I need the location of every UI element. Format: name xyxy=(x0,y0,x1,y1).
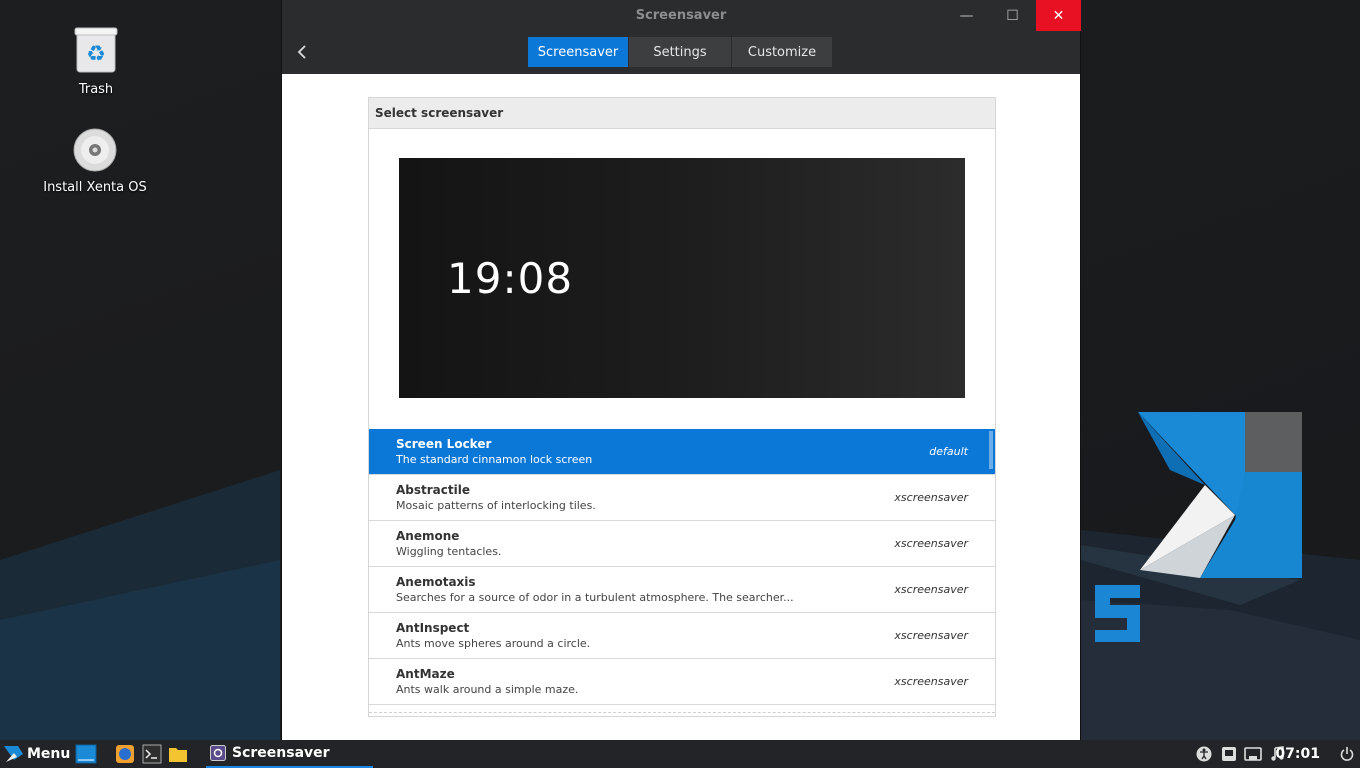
power-button[interactable] xyxy=(1340,740,1354,768)
screensaver-frame: Select screensaver 19:08 Screen Locker T… xyxy=(368,97,996,717)
scrollbar[interactable] xyxy=(989,431,993,469)
item-description: Ants walk around a simple maze. xyxy=(396,683,579,696)
task-label: Screensaver xyxy=(232,745,330,761)
tab-settings[interactable]: Settings xyxy=(629,37,732,67)
minimize-button[interactable]: — xyxy=(944,0,989,31)
desktop-icon-label: Trash xyxy=(78,82,114,97)
list-item[interactable]: AntMaze Ants walk around a simple maze. … xyxy=(369,659,995,705)
disc-icon xyxy=(73,128,117,172)
accessibility-icon xyxy=(1196,746,1212,762)
item-name: Anemone xyxy=(396,529,460,543)
item-name: AntMaze xyxy=(396,667,455,681)
tab-screensaver[interactable]: Screensaver xyxy=(528,37,629,67)
trash-icon: ♻ xyxy=(74,27,118,73)
item-name: Anemotaxis xyxy=(396,575,476,589)
item-description: Ants move spheres around a circle. xyxy=(396,637,591,650)
maximize-icon: ☐ xyxy=(1006,7,1019,24)
tab-customize[interactable]: Customize xyxy=(732,37,833,67)
item-tag: xscreensaver xyxy=(894,537,968,550)
tab-bar: Screensaver Settings Customize xyxy=(528,37,833,67)
screensaver-preview: 19:08 xyxy=(399,158,965,398)
preview-clock: 19:08 xyxy=(447,254,574,303)
list-item[interactable]: Abstractile Mosaic patterns of interlock… xyxy=(369,475,995,521)
list-divider xyxy=(369,712,995,713)
list-item[interactable]: AntInspect Ants move spheres around a ci… xyxy=(369,613,995,659)
item-name: Abstractile xyxy=(396,483,470,497)
item-tag: xscreensaver xyxy=(894,675,968,688)
item-name: Screen Locker xyxy=(396,437,492,451)
chevron-left-icon xyxy=(297,45,306,59)
task-screensaver[interactable]: Screensaver xyxy=(206,740,373,768)
back-button[interactable] xyxy=(292,40,312,64)
item-description: Mosaic patterns of interlocking tiles. xyxy=(396,499,596,512)
desktop-icon xyxy=(75,744,97,764)
item-description: The standard cinnamon lock screen xyxy=(396,453,593,466)
desktop-icon-trash[interactable]: ♻ Trash xyxy=(31,26,161,97)
menu-label: Menu xyxy=(27,746,71,762)
desktop-icon-install[interactable]: Install Xenta OS xyxy=(30,128,160,195)
show-desktop-button[interactable] xyxy=(75,740,97,768)
minimize-icon: — xyxy=(959,7,974,24)
item-tag: xscreensaver xyxy=(894,491,968,504)
item-tag: xscreensaver xyxy=(894,583,968,596)
tray-accessibility[interactable] xyxy=(1196,740,1212,768)
browser-icon xyxy=(116,745,134,763)
list-item[interactable]: Anemotaxis Searches for a source of odor… xyxy=(369,567,995,613)
svg-text:♻: ♻ xyxy=(86,42,106,67)
taskbar-clock[interactable]: 07:01 xyxy=(1275,740,1320,768)
screensaver-window: Screensaver — ☐ ✕ Screensaver Settings C… xyxy=(281,0,1081,740)
close-icon: ✕ xyxy=(1052,7,1065,24)
screensaver-app-icon xyxy=(210,745,226,761)
display-icon xyxy=(1222,747,1236,761)
menu-button[interactable]: Menu xyxy=(4,740,70,768)
item-description: Searches for a source of odor in a turbu… xyxy=(396,591,794,604)
screensaver-list: Screen Locker The standard cinnamon lock… xyxy=(369,429,995,705)
item-tag: xscreensaver xyxy=(894,629,968,642)
desktop-icon-label: Install Xenta OS xyxy=(43,180,147,195)
section-header: Select screensaver xyxy=(369,98,995,129)
launcher-browser[interactable] xyxy=(115,740,135,768)
network-icon xyxy=(1244,747,1262,761)
maximize-button[interactable]: ☐ xyxy=(990,0,1035,31)
item-name: AntInspect xyxy=(396,621,470,635)
terminal-icon xyxy=(142,744,162,764)
titlebar: Screensaver — ☐ ✕ Screensaver Settings C… xyxy=(282,0,1081,74)
list-item[interactable]: Anemone Wiggling tentacles. xscreensaver xyxy=(369,521,995,567)
xenta-logo-icon xyxy=(4,746,23,762)
power-icon xyxy=(1340,747,1354,761)
list-item[interactable]: Screen Locker The standard cinnamon lock… xyxy=(369,429,995,475)
item-description: Wiggling tentacles. xyxy=(396,545,502,558)
launcher-files[interactable] xyxy=(168,740,188,768)
tray-display[interactable] xyxy=(1221,740,1237,768)
folder-icon xyxy=(169,748,187,762)
launcher-terminal[interactable] xyxy=(142,740,162,768)
tray-network[interactable] xyxy=(1244,740,1262,768)
close-button[interactable]: ✕ xyxy=(1036,0,1081,31)
item-tag: default xyxy=(929,445,968,458)
taskbar: Menu Screensaver 07:01 xyxy=(0,740,1360,768)
